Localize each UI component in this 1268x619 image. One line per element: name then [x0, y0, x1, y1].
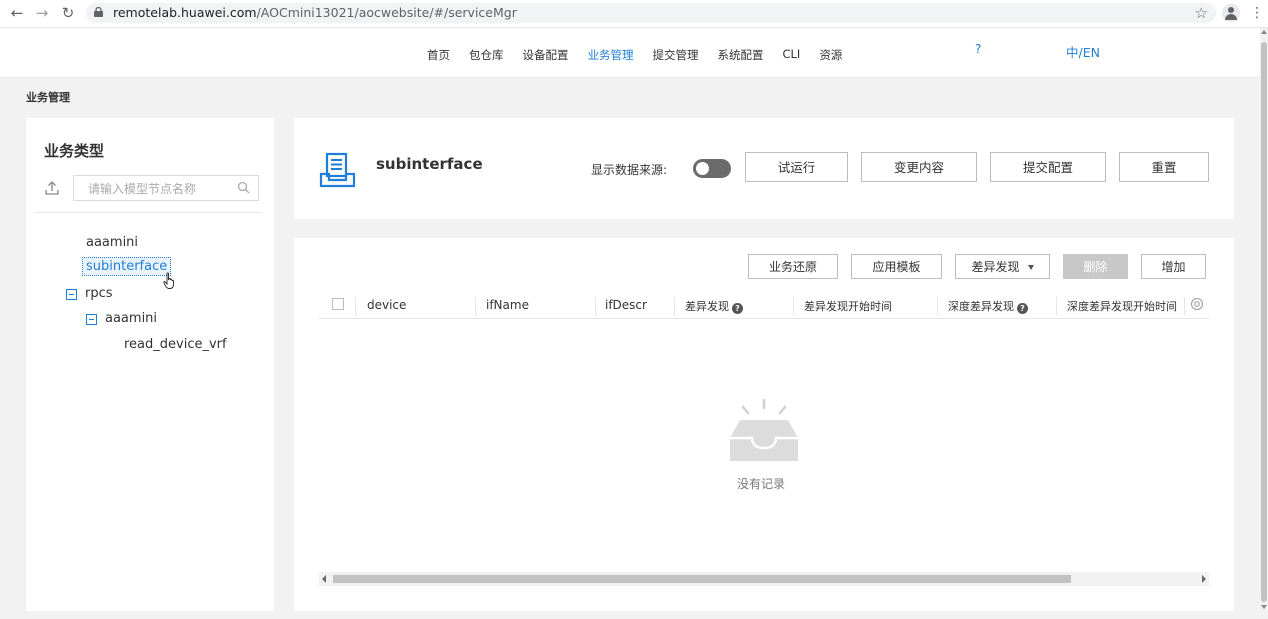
- help-icon[interactable]: ?: [732, 303, 743, 314]
- nav-item-home[interactable]: 首页: [427, 47, 450, 63]
- service-data-card: 业务还原 应用模板 差异发现 删除 增加 device ifName ifDes…: [294, 238, 1234, 611]
- select-all-checkbox[interactable]: [332, 298, 344, 310]
- column-divider: [674, 297, 675, 315]
- diff-discovery-label: 差异发现: [971, 260, 1020, 274]
- search-icon[interactable]: [237, 181, 250, 194]
- column-header-ifname[interactable]: ifName: [486, 298, 529, 312]
- collapse-icon[interactable]: [66, 289, 77, 300]
- column-divider: [475, 297, 476, 315]
- service-type-panel: 业务类型 aaamini subinterface rpcs aaamini r…: [26, 118, 274, 611]
- column-header-device[interactable]: device: [367, 298, 406, 312]
- nav-item-service-mgmt[interactable]: 业务管理: [588, 47, 634, 63]
- scroll-down-arrow-icon[interactable]: [1261, 605, 1267, 609]
- nav-item-system-config[interactable]: 系统配置: [718, 47, 764, 63]
- top-navigation: 首页 包仓库 设备配置 业务管理 提交管理 系统配置 CLI 资源: [427, 47, 861, 63]
- scroll-right-arrow-icon[interactable]: [1202, 575, 1206, 583]
- caret-down-icon: [1027, 265, 1034, 270]
- tree-node-read-device-vrf[interactable]: read_device_vrf: [124, 337, 227, 352]
- nav-item-resources[interactable]: 资源: [819, 47, 842, 63]
- tree-node-subinterface[interactable]: subinterface: [82, 257, 172, 276]
- column-divider: [1056, 297, 1057, 315]
- browser-toolbar: ← → ↻ remotelab.huawei.com/AOCmini13021/…: [0, 0, 1268, 28]
- datasource-label: 显示数据来源:: [591, 163, 668, 177]
- column-header-ifdescr[interactable]: ifDescr: [605, 298, 647, 312]
- forward-arrow-icon[interactable]: →: [32, 3, 52, 23]
- back-arrow-icon[interactable]: ←: [7, 3, 27, 23]
- scrollbar-thumb[interactable]: [1261, 42, 1267, 602]
- apply-template-button[interactable]: 应用模板: [851, 254, 942, 279]
- gear-icon[interactable]: [1190, 297, 1204, 311]
- column-header-deep-diff-discovery[interactable]: 深度差异发现?: [948, 298, 1028, 314]
- nav-item-commit-mgmt[interactable]: 提交管理: [653, 47, 699, 63]
- column-divider: [793, 297, 794, 315]
- upload-icon[interactable]: [44, 180, 60, 196]
- page-vertical-scrollbar[interactable]: [1260, 28, 1268, 611]
- deep-diff-header-label: 深度差异发现: [948, 300, 1014, 313]
- help-button[interactable]: ?: [975, 42, 981, 56]
- column-divider: [355, 297, 356, 315]
- document-tray-icon: [319, 152, 356, 188]
- url-text: remotelab.huawei.com/AOCmini13021/aocweb…: [113, 5, 517, 20]
- hand-cursor-icon: [163, 272, 174, 289]
- tree-node-rpcs[interactable]: rpcs: [85, 286, 113, 301]
- model-node-search: [73, 175, 259, 201]
- bookmark-star-icon[interactable]: ☆: [1195, 3, 1208, 23]
- app-header: 首页 包仓库 设备配置 业务管理 提交管理 系统配置 CLI 资源 ? 中/EN: [0, 28, 1260, 78]
- scroll-left-arrow-icon[interactable]: [322, 575, 326, 583]
- breadcrumb: 业务管理: [26, 91, 70, 104]
- service-title: subinterface: [376, 155, 483, 173]
- column-divider: [1184, 297, 1185, 315]
- language-switch[interactable]: 中/EN: [1066, 42, 1100, 61]
- diff-discovery-dropdown[interactable]: 差异发现: [955, 254, 1050, 279]
- profile-avatar-icon[interactable]: [1222, 4, 1240, 22]
- delete-button[interactable]: 删除: [1063, 254, 1128, 279]
- nav-item-package-repo[interactable]: 包仓库: [469, 47, 504, 63]
- column-header-diff-start-time[interactable]: 差异发现开始时间: [804, 298, 892, 314]
- tree-node-rpcs-aaamini[interactable]: aaamini: [105, 311, 157, 326]
- scrollbar-thumb[interactable]: [333, 575, 1071, 583]
- datasource-toggle[interactable]: [693, 159, 731, 178]
- table-header: device ifName ifDescr 差异发现? 差异发现开始时间 深度差…: [319, 293, 1209, 319]
- nav-item-cli[interactable]: CLI: [783, 47, 801, 63]
- empty-state-text: 没有记录: [737, 477, 786, 491]
- submit-config-button[interactable]: 提交配置: [990, 152, 1106, 182]
- column-header-deep-diff-start-time[interactable]: 深度差异发现开始时间: [1067, 298, 1177, 314]
- scroll-up-arrow-icon[interactable]: [1261, 30, 1267, 34]
- diff-discovery-header-label: 差异发现: [685, 300, 729, 313]
- change-content-button[interactable]: 变更内容: [861, 152, 977, 182]
- address-bar[interactable]: remotelab.huawei.com/AOCmini13021/aocweb…: [86, 3, 1216, 23]
- nav-item-device-config[interactable]: 设备配置: [523, 47, 569, 63]
- column-divider: [937, 297, 938, 315]
- column-header-diff-discovery[interactable]: 差异发现?: [685, 298, 743, 314]
- divider: [36, 212, 262, 213]
- service-restore-button[interactable]: 业务还原: [748, 254, 838, 279]
- browser-menu-icon[interactable]: ⋮: [1250, 3, 1264, 23]
- table-horizontal-scrollbar[interactable]: [319, 572, 1209, 586]
- add-button[interactable]: 增加: [1141, 254, 1206, 279]
- collapse-icon[interactable]: [86, 314, 97, 325]
- service-header-card: subinterface 显示数据来源: 试运行 变更内容 提交配置 重置: [294, 118, 1234, 219]
- empty-inbox-icon: [730, 398, 798, 461]
- reload-icon[interactable]: ↻: [58, 3, 78, 23]
- reset-button[interactable]: 重置: [1119, 152, 1209, 182]
- panel-title: 业务类型: [44, 142, 105, 160]
- lock-icon: [94, 7, 103, 17]
- column-divider: [595, 297, 596, 315]
- trial-run-button[interactable]: 试运行: [745, 152, 848, 182]
- tree-node-aaamini[interactable]: aaamini: [86, 235, 138, 250]
- help-icon[interactable]: ?: [1017, 303, 1028, 314]
- search-input[interactable]: [86, 179, 235, 199]
